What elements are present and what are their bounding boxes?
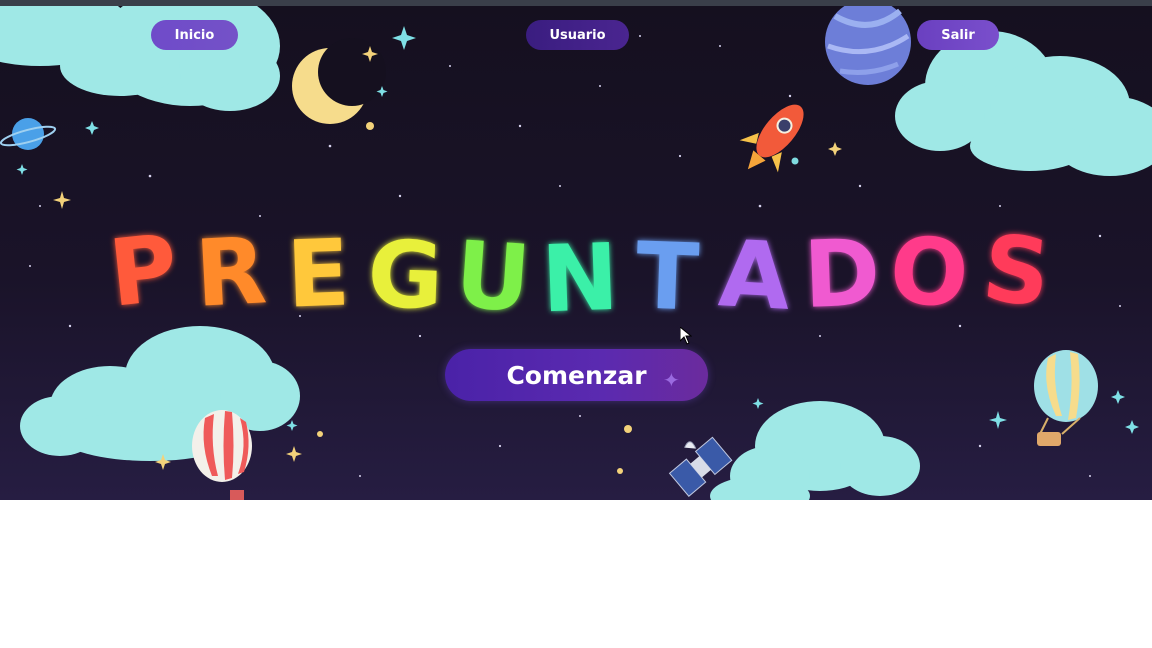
planet-icon — [0, 118, 57, 150]
title-letter: P — [104, 218, 182, 328]
rocket-icon — [739, 104, 804, 173]
cloud — [20, 326, 300, 461]
nav-inicio-button[interactable]: Inicio — [151, 20, 238, 50]
nav-salir-button[interactable]: Salir — [917, 20, 999, 50]
title-letter: D — [802, 219, 882, 329]
hot-air-balloon-icon — [1034, 350, 1098, 446]
moon-icon — [292, 38, 386, 124]
title-letter: U — [452, 221, 534, 333]
title-letter: O — [886, 218, 971, 329]
planet-icon — [825, 6, 911, 85]
nav-usuario-button[interactable]: Usuario — [526, 20, 629, 50]
game-title: PREGUNTADOS — [104, 218, 1055, 334]
title-letter: T — [634, 222, 701, 331]
title-letter: R — [193, 218, 269, 328]
title-letter: N — [540, 224, 621, 334]
cursor-icon — [680, 327, 692, 345]
title-letter: S — [978, 218, 1055, 328]
title-letter: G — [366, 221, 445, 331]
cloud — [0, 6, 280, 111]
title-letter: A — [716, 220, 793, 331]
page-body-blank — [0, 500, 1152, 648]
title-letter: E — [285, 219, 352, 328]
hot-air-balloon-icon — [192, 410, 252, 500]
hero-section: Inicio Usuario Salir PREGUNTADOS Comenza… — [0, 6, 1152, 500]
cloud — [895, 31, 1152, 176]
sparkle-icon: ✦ — [663, 368, 680, 392]
cloud — [710, 401, 920, 500]
